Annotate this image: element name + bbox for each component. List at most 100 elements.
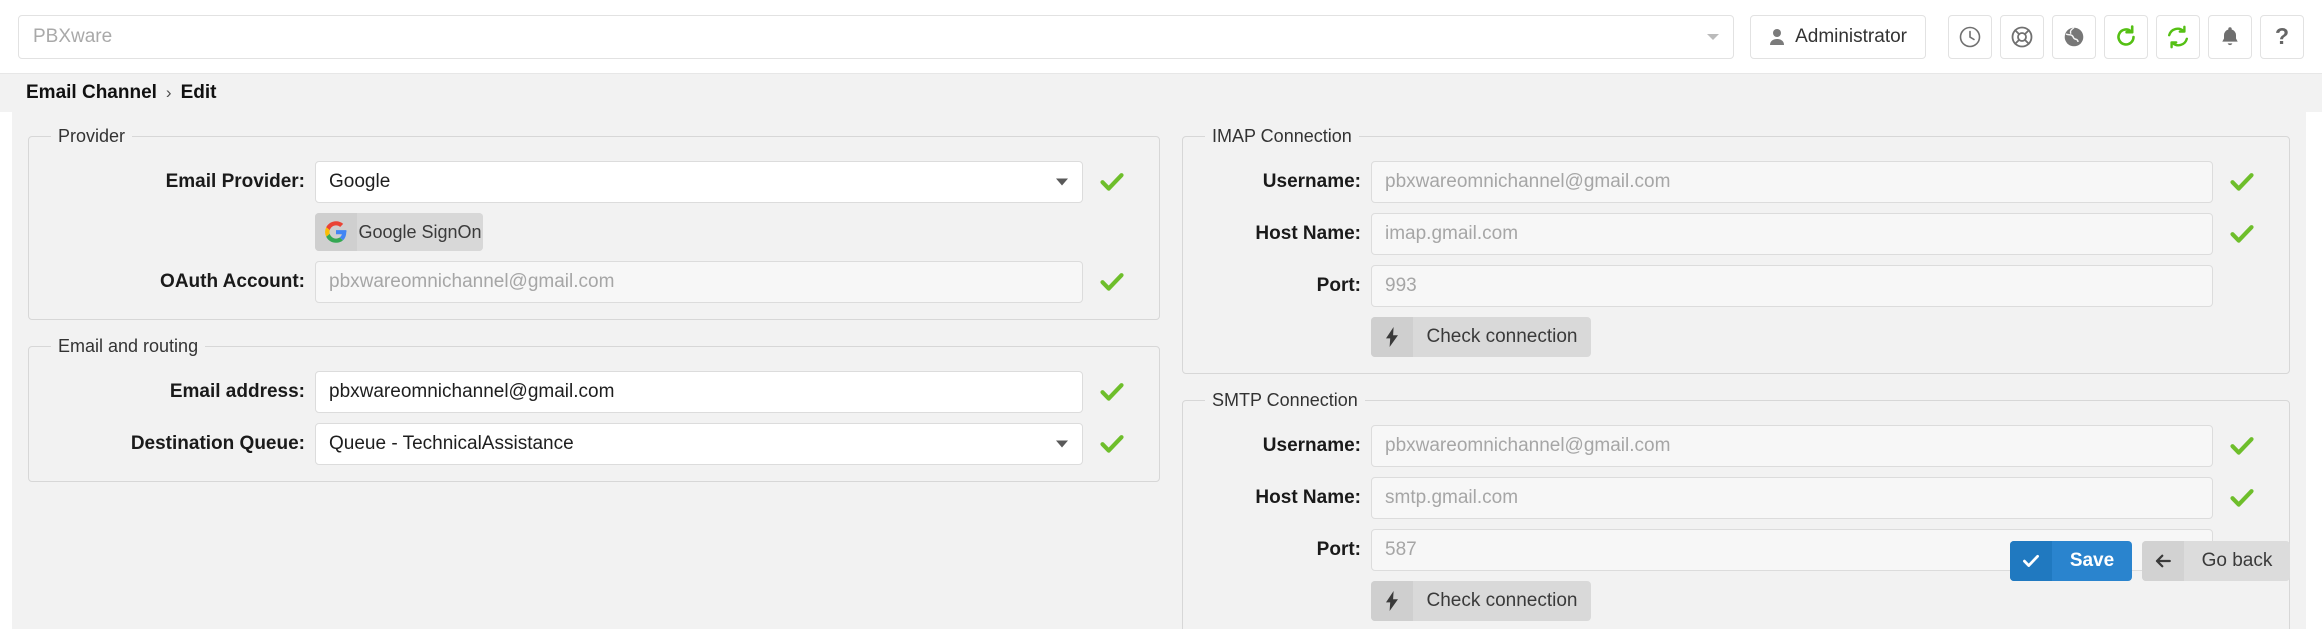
imap-host-input[interactable]: imap.gmail.com — [1371, 213, 2213, 255]
imap-port-input[interactable]: 993 — [1371, 265, 2213, 307]
imap-username-value: pbxwareomnichannel@gmail.com — [1385, 171, 1671, 192]
go-back-button-label: Go back — [2201, 550, 2273, 571]
smtp-check-connection-label: Check connection — [1426, 590, 1578, 611]
imap-connection-section: IMAP Connection Username: pbxwareomnicha… — [1182, 126, 2290, 374]
chevron-down-icon[interactable] — [1707, 33, 1720, 40]
toolbar-icon-group: ? — [1948, 14, 2304, 59]
email-address-input[interactable]: pbxwareomnichannel@gmail.com — [315, 371, 1083, 413]
sync-icon-button[interactable] — [2156, 14, 2200, 59]
help-icon-button[interactable]: ? — [2260, 14, 2304, 59]
bell-icon-button[interactable] — [2208, 14, 2252, 59]
email-address-label: Email address: — [169, 381, 305, 402]
oauth-account-valid-check — [1083, 269, 1141, 295]
smtp-username-row: Username: pbxwareomnichannel@gmail.com — [1201, 425, 2271, 467]
smtp-host-label: Host Name: — [1255, 487, 1361, 508]
help-icon: ? — [2274, 23, 2290, 49]
globe-icon — [2062, 25, 2086, 49]
smtp-port-label: Port: — [1316, 539, 1361, 560]
administrator-label: Administrator — [1795, 25, 1907, 47]
provider-section: Provider Email Provider: Google Google S… — [28, 126, 1160, 320]
imap-username-row: Username: pbxwareomnichannel@gmail.com — [1201, 161, 2271, 203]
breadcrumb-separator-icon: › — [165, 83, 172, 102]
smtp-username-valid-check — [2213, 433, 2271, 459]
oauth-account-value: pbxwareomnichannel@gmail.com — [329, 271, 615, 292]
imap-username-label: Username: — [1262, 171, 1361, 192]
imap-check-connection-button[interactable]: Check connection — [1371, 317, 1591, 357]
lightning-bolt-icon — [1371, 317, 1413, 357]
sync-icon — [2166, 25, 2190, 49]
go-back-button[interactable]: Go back — [2142, 541, 2290, 581]
clock-icon-button[interactable] — [1948, 14, 1992, 59]
imap-section-legend: IMAP Connection — [1212, 126, 1352, 146]
email-address-valid-check — [1083, 379, 1141, 405]
email-routing-section-legend: Email and routing — [58, 336, 199, 356]
form-actions: Save Go back — [2010, 541, 2290, 581]
imap-check-connection-label: Check connection — [1426, 326, 1578, 347]
smtp-check-connection-button[interactable]: Check connection — [1371, 581, 1591, 621]
smtp-host-valid-check — [2213, 485, 2271, 511]
save-button[interactable]: Save — [2010, 541, 2132, 581]
smtp-username-label: Username: — [1262, 435, 1361, 456]
globe-icon-button[interactable] — [2052, 14, 2096, 59]
imap-username-valid-check — [2213, 169, 2271, 195]
email-provider-select[interactable]: Google — [315, 161, 1083, 203]
smtp-host-row: Host Name: smtp.gmail.com — [1201, 477, 2271, 519]
google-signon-label: Google SignOn — [357, 213, 483, 251]
email-provider-valid-check — [1083, 169, 1141, 195]
smtp-port-value: 587 — [1385, 539, 1417, 560]
bell-icon — [2218, 25, 2242, 49]
smtp-host-input[interactable]: smtp.gmail.com — [1371, 477, 2213, 519]
check-icon — [2010, 541, 2052, 581]
edit-form-panel: Provider Email Provider: Google Google S… — [12, 112, 2306, 629]
breadcrumb-root[interactable]: Email Channel — [26, 82, 157, 104]
imap-port-value: 993 — [1385, 275, 1417, 296]
destination-queue-valid-check — [1083, 431, 1141, 457]
smtp-section-legend: SMTP Connection — [1212, 390, 1358, 410]
arrow-left-icon — [2142, 541, 2184, 581]
imap-host-row: Host Name: imap.gmail.com — [1201, 213, 2271, 255]
destination-queue-row: Destination Queue: Queue - TechnicalAssi… — [47, 423, 1141, 465]
lifebuoy-icon — [2010, 25, 2034, 49]
top-toolbar: PBXware Administrator ? — [0, 0, 2322, 74]
email-provider-value: Google — [329, 171, 391, 192]
email-provider-row: Email Provider: Google — [47, 161, 1141, 203]
reload-icon-button[interactable] — [2104, 14, 2148, 59]
imap-check-row: Check connection — [1201, 317, 2271, 357]
smtp-username-value: pbxwareomnichannel@gmail.com — [1385, 435, 1671, 456]
global-search-input[interactable]: PBXware — [18, 14, 1735, 59]
imap-host-label: Host Name: — [1255, 223, 1361, 244]
destination-queue-select[interactable]: Queue - TechnicalAssistance — [315, 423, 1083, 465]
oauth-account-input[interactable]: pbxwareomnichannel@gmail.com — [315, 261, 1083, 303]
global-search-placeholder: PBXware — [33, 25, 113, 47]
imap-username-input[interactable]: pbxwareomnichannel@gmail.com — [1371, 161, 2213, 203]
clock-icon — [1958, 25, 1982, 49]
google-logo-icon — [315, 213, 357, 251]
imap-port-label: Port: — [1316, 275, 1361, 296]
oauth-account-label: OAuth Account: — [160, 271, 305, 292]
imap-host-valid-check — [2213, 221, 2271, 247]
google-signon-row: Google SignOn — [47, 213, 1141, 251]
administrator-button[interactable]: Administrator — [1750, 14, 1926, 59]
reload-icon — [2114, 24, 2138, 49]
smtp-check-row: Check connection — [1201, 581, 2271, 621]
smtp-connection-section: SMTP Connection Username: pbxwareomnicha… — [1182, 390, 2290, 629]
smtp-username-input[interactable]: pbxwareomnichannel@gmail.com — [1371, 425, 2213, 467]
lifebuoy-icon-button[interactable] — [2000, 14, 2044, 59]
email-address-row: Email address: pbxwareomnichannel@gmail.… — [47, 371, 1141, 413]
email-address-value: pbxwareomnichannel@gmail.com — [329, 381, 615, 402]
email-provider-label: Email Provider: — [165, 171, 305, 192]
google-signon-button[interactable]: Google SignOn — [315, 213, 483, 251]
user-icon — [1769, 28, 1785, 45]
breadcrumb-current: Edit — [180, 82, 217, 103]
save-button-label: Save — [2069, 550, 2115, 571]
smtp-host-value: smtp.gmail.com — [1385, 487, 1519, 508]
left-column: Provider Email Provider: Google Google S… — [28, 126, 1160, 629]
lightning-bolt-icon — [1371, 581, 1413, 621]
email-routing-section: Email and routing Email address: pbxware… — [28, 336, 1160, 482]
destination-queue-label: Destination Queue: — [130, 433, 305, 454]
oauth-account-row: OAuth Account: pbxwareomnichannel@gmail.… — [47, 261, 1141, 303]
imap-port-row: Port: 993 — [1201, 265, 2271, 307]
provider-section-legend: Provider — [58, 126, 126, 146]
breadcrumb-tabstrip: Email Channel › Edit — [0, 74, 2322, 112]
breadcrumb[interactable]: Email Channel › Edit — [12, 74, 233, 112]
